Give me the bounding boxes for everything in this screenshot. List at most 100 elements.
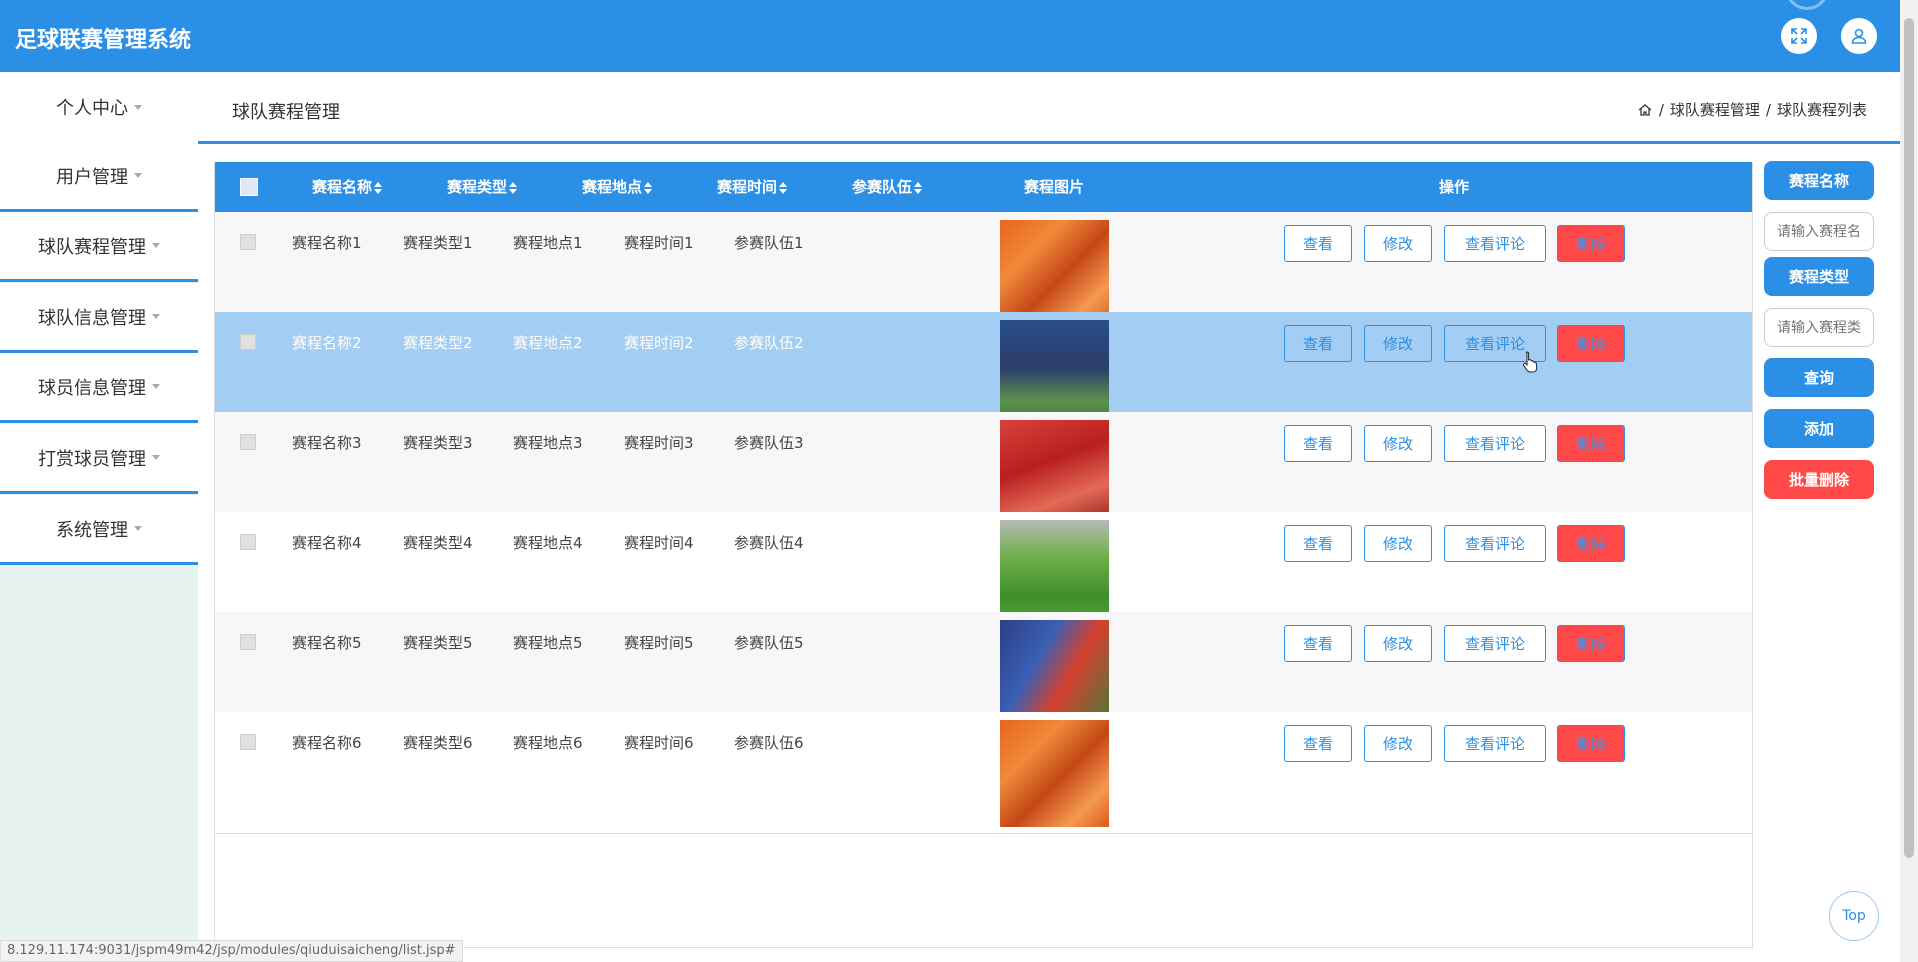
page-title: 球队赛程管理 <box>232 102 340 123</box>
batch-delete-button[interactable]: 批量删除 <box>1764 460 1874 499</box>
decorative-arc <box>1785 0 1829 10</box>
edit-button[interactable]: 修改 <box>1364 725 1432 762</box>
column-header-team[interactable]: 参赛队伍 <box>852 162 923 212</box>
cell-team: 参赛队伍4 <box>734 534 804 552</box>
sidebar-item-label: 个人中心 <box>56 98 128 119</box>
caret-down-icon <box>152 384 160 389</box>
view-comments-button[interactable]: 查看评论 <box>1444 425 1546 462</box>
cell-time: 赛程时间4 <box>624 534 694 552</box>
cell-time: 赛程时间6 <box>624 734 694 752</box>
delete-button[interactable]: 删除 <box>1557 225 1625 262</box>
cell-place: 赛程地点6 <box>513 734 583 752</box>
row-checkbox[interactable] <box>240 734 256 750</box>
cell-place: 赛程地点5 <box>513 634 583 652</box>
breadcrumb: / 球队赛程管理 / 球队赛程列表 <box>1637 99 1867 120</box>
schedule-image <box>1000 220 1109 327</box>
sidebar-item-user-management[interactable]: 用户管理 <box>0 142 198 212</box>
delete-button[interactable]: 删除 <box>1557 725 1625 762</box>
top-bar: 足球联赛管理系统 <box>0 0 1900 72</box>
edit-button[interactable]: 修改 <box>1364 525 1432 562</box>
sidebar-item-label: 球队赛程管理 <box>38 236 146 258</box>
delete-button[interactable]: 删除 <box>1557 625 1625 662</box>
schedule-image <box>1000 620 1109 727</box>
view-comments-button[interactable]: 查看评论 <box>1444 625 1546 662</box>
back-to-top-button[interactable]: Top <box>1829 891 1879 941</box>
cell-type: 赛程类型3 <box>403 434 473 452</box>
cell-type: 赛程类型1 <box>403 234 473 252</box>
schedule-type-input[interactable] <box>1764 308 1874 347</box>
row-checkbox[interactable] <box>240 234 256 250</box>
sidebar-item-label: 用户管理 <box>56 166 128 188</box>
column-header-image: 赛程图片 <box>1024 178 1085 196</box>
view-button[interactable]: 查看 <box>1284 725 1352 762</box>
schedule-image <box>1000 520 1109 627</box>
caret-down-icon <box>134 173 142 178</box>
view-button[interactable]: 查看 <box>1284 225 1352 262</box>
home-icon[interactable] <box>1637 102 1653 118</box>
cell-type: 赛程类型2 <box>403 334 473 352</box>
schedule-image <box>1000 420 1109 527</box>
view-comments-button[interactable]: 查看评论 <box>1444 725 1546 762</box>
schedule-name-input[interactable] <box>1764 212 1874 251</box>
breadcrumb-separator: / <box>1765 100 1771 119</box>
delete-button[interactable]: 删除 <box>1557 425 1625 462</box>
table-row[interactable]: 赛程名称6 赛程类型6 赛程地点6 赛程时间6 参赛队伍6 查看 修改 查看评论 删除 <box>215 712 1752 834</box>
breadcrumb-item[interactable]: 球队赛程管理 <box>1670 99 1760 120</box>
view-button[interactable]: 查看 <box>1284 325 1352 362</box>
breadcrumb-item: 球队赛程列表 <box>1776 101 1867 119</box>
delete-button[interactable]: 删除 <box>1557 325 1625 362</box>
cell-type: 赛程类型4 <box>403 534 473 552</box>
view-comments-button[interactable]: 查看评论 <box>1444 225 1546 262</box>
column-header-type[interactable]: 赛程类型 <box>447 162 518 212</box>
view-button[interactable]: 查看 <box>1284 625 1352 662</box>
sort-icon <box>779 181 788 194</box>
edit-button[interactable]: 修改 <box>1364 325 1432 362</box>
sidebar: 个人中心 用户管理 球队赛程管理 球队信息管理 球员信息管理 打赏球员管理 系统… <box>0 72 198 962</box>
cell-name: 赛程名称4 <box>292 534 362 552</box>
sidebar-item-system-management[interactable]: 系统管理 <box>0 495 198 565</box>
view-button[interactable]: 查看 <box>1284 525 1352 562</box>
user-button[interactable] <box>1841 18 1877 54</box>
hand-cursor-icon <box>1523 351 1538 373</box>
column-header-time[interactable]: 赛程时间 <box>717 162 788 212</box>
column-header-name[interactable]: 赛程名称 <box>312 162 383 212</box>
vertical-scrollbar[interactable] <box>1900 0 1918 962</box>
sidebar-item-team-info[interactable]: 球队信息管理 <box>0 283 198 353</box>
cell-time: 赛程时间2 <box>624 334 694 352</box>
cell-name: 赛程名称6 <box>292 734 362 752</box>
row-checkbox[interactable] <box>240 334 256 350</box>
view-button[interactable]: 查看 <box>1284 425 1352 462</box>
query-button[interactable]: 查询 <box>1764 358 1874 397</box>
row-checkbox[interactable] <box>240 434 256 450</box>
user-icon <box>1851 28 1867 44</box>
caret-down-icon <box>152 455 160 460</box>
add-button[interactable]: 添加 <box>1764 409 1874 448</box>
schedule-type-label: 赛程类型 <box>1764 257 1874 296</box>
caret-down-icon <box>152 314 160 319</box>
edit-button[interactable]: 修改 <box>1364 425 1432 462</box>
row-checkbox[interactable] <box>240 634 256 650</box>
sidebar-item-schedule-management[interactable]: 球队赛程管理 <box>0 212 198 282</box>
column-header-place[interactable]: 赛程地点 <box>582 162 653 212</box>
cell-time: 赛程时间1 <box>624 234 694 252</box>
sidebar-item-reward-players[interactable]: 打赏球员管理 <box>0 424 198 494</box>
select-all-checkbox[interactable] <box>240 178 258 196</box>
edit-button[interactable]: 修改 <box>1364 625 1432 662</box>
sidebar-item-player-info[interactable]: 球员信息管理 <box>0 353 198 423</box>
cell-place: 赛程地点3 <box>513 434 583 452</box>
cell-team: 参赛队伍1 <box>734 234 804 252</box>
row-checkbox[interactable] <box>240 534 256 550</box>
fullscreen-button[interactable] <box>1781 18 1817 54</box>
delete-button[interactable]: 删除 <box>1557 525 1625 562</box>
edit-button[interactable]: 修改 <box>1364 225 1432 262</box>
sidebar-item-personal-center[interactable]: 个人中心 <box>0 72 198 142</box>
view-comments-button[interactable]: 查看评论 <box>1444 525 1546 562</box>
sort-icon <box>374 181 383 194</box>
sidebar-item-label: 球队信息管理 <box>38 307 146 329</box>
column-header-actions: 操作 <box>1439 178 1470 196</box>
cell-name: 赛程名称3 <box>292 434 362 452</box>
schedule-name-label: 赛程名称 <box>1764 161 1874 200</box>
sort-icon <box>509 181 518 194</box>
cell-place: 赛程地点4 <box>513 534 583 552</box>
scrollbar-thumb[interactable] <box>1904 18 1914 858</box>
